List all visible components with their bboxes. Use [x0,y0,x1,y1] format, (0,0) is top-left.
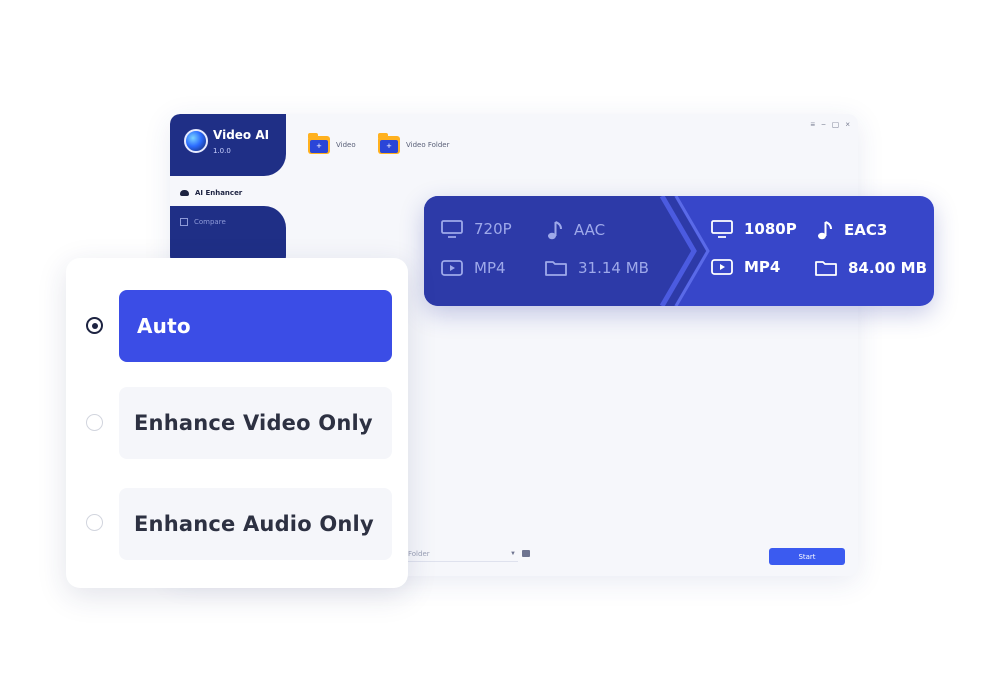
close-icon[interactable]: × [845,120,850,129]
target-format: MP4 [710,257,780,277]
source-audio-codec: AAC [546,219,605,241]
monitor-icon [441,220,463,238]
target-resolution: 1080P [710,219,797,239]
target-audio-codec: EAC3 [816,219,887,241]
output-folder-select[interactable]: Folder ▼ [406,546,518,562]
sidebar-item-label: Compare [194,218,226,226]
sidebar-item-compare[interactable]: Compare [170,206,286,266]
music-note-icon [548,221,562,240]
compare-icon [180,218,188,226]
source-size: 31.14 MB [544,258,649,278]
music-note-icon [818,221,832,240]
option-label: Enhance Audio Only [134,512,374,536]
folder-icon: + [378,133,400,154]
radio-enhance-video-only[interactable] [86,414,103,431]
add-video-folder-label: Video Folder [406,141,450,149]
enhance-mode-card: Auto Enhance Video Only Enhance Audio On… [66,258,408,588]
conversion-summary-card: 720P AAC MP4 31.14 MB 1080P EAC3 MP4 84.… [424,196,934,306]
option-label: Auto [137,314,191,338]
menu-icon[interactable]: ≡ [810,120,815,129]
app-version: 1.0.0 [213,147,231,155]
option-label: Enhance Video Only [134,411,373,435]
target-size: 84.00 MB [814,258,927,278]
video-file-icon [441,260,463,276]
radio-auto[interactable] [86,317,103,334]
add-video-label: Video [336,141,356,149]
output-folder-value: Folder [408,549,430,558]
folder-icon [545,261,567,276]
app-logo-icon [184,129,208,153]
sidebar-item-ai-enhancer[interactable]: AI Enhancer [170,180,286,206]
source-format: MP4 [440,258,506,278]
source-resolution: 720P [440,219,512,239]
folder-icon [815,261,837,276]
radio-enhance-audio-only[interactable] [86,514,103,531]
brand-header: Video AI 1.0.0 [170,114,286,176]
chevron-down-icon: ▼ [510,550,516,557]
app-title: Video AI [213,128,270,142]
add-video-folder-button[interactable]: + Video Folder [378,133,450,154]
sidebar-item-label: AI Enhancer [195,189,243,197]
maximize-icon[interactable]: ▢ [832,120,840,129]
window-controls: ≡ − ▢ × [810,120,850,129]
monitor-icon [711,220,733,238]
cloud-icon [180,190,189,196]
option-auto[interactable]: Auto [119,290,392,362]
browse-folder-icon[interactable] [522,550,530,557]
option-enhance-audio-only[interactable]: Enhance Audio Only [119,488,392,560]
start-button[interactable]: Start [769,548,845,565]
video-folder-icon: + [308,133,330,154]
minimize-icon[interactable]: − [821,120,826,129]
video-file-icon [711,259,733,275]
option-enhance-video-only[interactable]: Enhance Video Only [119,387,392,459]
add-video-button[interactable]: + Video [308,133,356,154]
arrow-right-icon [644,196,710,306]
